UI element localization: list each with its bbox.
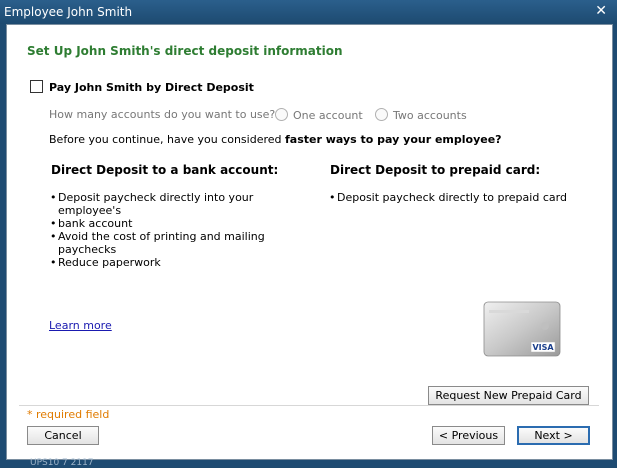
- list-item: Deposit paycheck directly into your empl…: [50, 191, 310, 217]
- radio-two-accounts[interactable]: Two accounts: [375, 108, 467, 122]
- list-item: bank account: [50, 217, 310, 230]
- bank-account-title: Direct Deposit to a bank account:: [51, 163, 279, 177]
- window-title: Employee John Smith: [4, 5, 133, 19]
- bank-account-bullets: Deposit paycheck directly into your empl…: [50, 191, 310, 269]
- pay-checkbox-label[interactable]: Pay John Smith by Direct Deposit: [49, 81, 254, 94]
- radio-two-accounts-label[interactable]: Two accounts: [393, 109, 467, 122]
- radio-icon[interactable]: [375, 108, 388, 121]
- checkbox-icon[interactable]: [30, 80, 43, 93]
- prepaid-card-bullets: Deposit paycheck directly to prepaid car…: [329, 191, 589, 204]
- card-brand: VISA: [532, 343, 554, 352]
- previous-button[interactable]: < Previous: [432, 426, 505, 445]
- pay-by-direct-deposit-row[interactable]: Pay John Smith by Direct Deposit: [30, 80, 254, 94]
- list-item: Avoid the cost of printing and mailing p…: [50, 230, 310, 256]
- next-button[interactable]: Next >: [517, 426, 590, 445]
- radio-one-account[interactable]: One account: [275, 108, 363, 122]
- radio-icon[interactable]: [275, 108, 288, 121]
- prepaid-card-title: Direct Deposit to prepaid card:: [330, 163, 541, 177]
- close-icon[interactable]: ✕: [595, 3, 607, 19]
- employee-window: Employee John Smith ✕ Set Up John Smith'…: [0, 0, 617, 468]
- required-field-note: * required field: [27, 408, 110, 421]
- divider: [19, 405, 599, 406]
- title-bar: Employee John Smith ✕: [0, 0, 617, 24]
- list-item: Deposit paycheck directly to prepaid car…: [329, 191, 589, 204]
- learn-more-link[interactable]: Learn more: [49, 319, 112, 332]
- cancel-button[interactable]: Cancel: [27, 426, 99, 445]
- accounts-question-row: How many accounts do you want to use? On…: [49, 108, 467, 122]
- consider-text: Before you continue, have you considered…: [49, 133, 502, 146]
- radio-one-account-label[interactable]: One account: [293, 109, 363, 122]
- page-title: Set Up John Smith's direct deposit infor…: [27, 44, 343, 58]
- consider-prefix: Before you continue, have you considered: [49, 133, 286, 146]
- list-item: Reduce paperwork: [50, 256, 310, 269]
- accounts-question: How many accounts do you want to use?: [49, 108, 276, 121]
- direct-deposit-panel: Set Up John Smith's direct deposit infor…: [6, 24, 613, 460]
- consider-bold: faster ways to pay your employee?: [285, 133, 502, 146]
- list-item-continuation: bank account: [58, 217, 133, 230]
- request-prepaid-card-button[interactable]: Request New Prepaid Card: [428, 386, 589, 405]
- prepaid-card-icon: VISA: [483, 301, 561, 357]
